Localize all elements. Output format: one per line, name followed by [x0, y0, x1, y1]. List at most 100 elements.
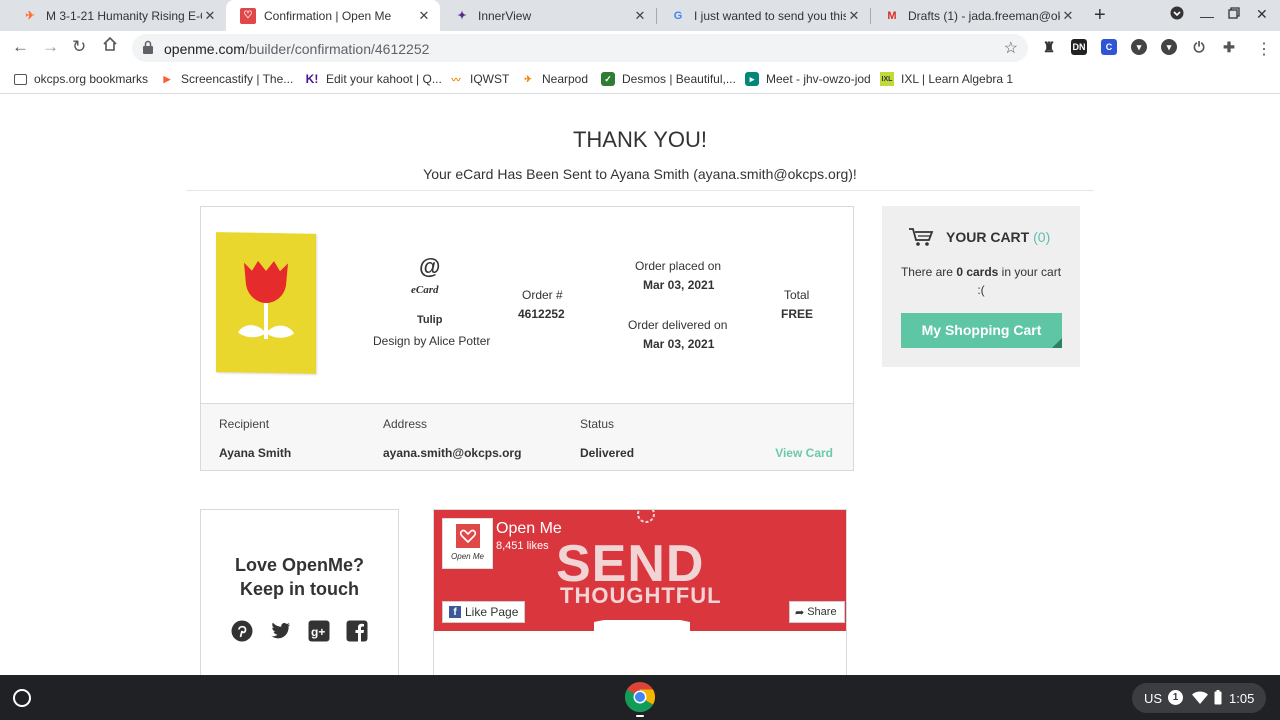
status-value: Delivered [580, 446, 635, 460]
google-plus-icon[interactable]: g+ [308, 620, 330, 642]
delivery-details: Recipient Address Status Ayana Smith aya… [201, 403, 853, 470]
facebook-icon[interactable] [346, 620, 368, 642]
share-label: Share [807, 606, 837, 618]
wifi-icon [1192, 691, 1208, 704]
gmail-favicon-icon: M [887, 9, 897, 22]
close-tab-icon[interactable]: ✕ [1060, 8, 1076, 24]
back-arrow-icon[interactable]: ← [12, 37, 29, 57]
tab-search-icon[interactable] [1170, 6, 1184, 23]
card-name: Tulip [417, 314, 443, 326]
nearpod-icon: ✈ [524, 73, 532, 84]
cart-count: (0) [1033, 229, 1051, 245]
tab-humanity-rising[interactable]: ✈ M 3-1-21 Humanity Rising E-Ca ✕ [8, 0, 226, 31]
forward-arrow-icon[interactable]: → [42, 37, 59, 57]
keep-in-touch-panel: Love OpenMe? Keep in touch g+ [200, 509, 399, 679]
status-tray[interactable]: US 1 1:05 [1132, 683, 1266, 713]
power-icon[interactable]: ⏻ [1191, 39, 1207, 55]
innerview-favicon-icon: ✦ [457, 10, 467, 22]
tab-google-search[interactable]: G I just wanted to send you this f ✕ [656, 0, 870, 31]
new-tab-button[interactable]: + [1094, 4, 1106, 27]
folder-icon [14, 73, 27, 85]
close-tab-icon[interactable]: ✕ [416, 8, 432, 24]
minimize-icon[interactable]: — [1200, 8, 1214, 24]
cart-title: YOUR CART (0) [946, 229, 1050, 245]
facebook-cover-banner[interactable]: SEND THOUGHTFUL Open Me Open Me 8,451 li… [434, 510, 846, 631]
share-button[interactable]: ➦ Share [789, 601, 845, 623]
tab-title: M 3-1-21 Humanity Rising E-Ca [46, 8, 202, 23]
extension-shield-icon-2[interactable]: ▾ [1161, 39, 1177, 55]
bookmark-meet[interactable]: ▸ Meet - jhv-owzo-jod [745, 72, 871, 86]
restore-icon[interactable] [1228, 6, 1240, 22]
extension-c-icon[interactable]: C [1101, 39, 1117, 55]
recipient-value: Ayana Smith [219, 446, 292, 460]
order-summary-card: @ eCard Tulip Design by Alice Potter Ord… [200, 206, 854, 471]
tab-gmail-drafts[interactable]: M Drafts (1) - jada.freeman@okcp ✕ [870, 0, 1084, 31]
twitter-icon[interactable] [269, 620, 291, 642]
card-thumbnail[interactable] [216, 232, 316, 374]
extension-dn-icon[interactable]: DN [1071, 39, 1087, 55]
open-me-heart-icon [456, 524, 480, 548]
keep-in-touch-title: Love OpenMe? Keep in touch [201, 553, 398, 601]
bookmark-nearpod[interactable]: ✈ Nearpod [521, 72, 588, 86]
tab-innerview[interactable]: ✦ InnerView ✕ [440, 0, 656, 31]
url-host: openme.com [164, 41, 245, 57]
order-delivered-label: Order delivered on [628, 318, 728, 332]
close-tab-icon[interactable]: ✕ [846, 8, 862, 24]
keyboard-locale: US [1144, 691, 1163, 706]
reload-icon[interactable]: ↻ [72, 37, 86, 57]
address-value: ayana.smith@okcps.org [383, 446, 522, 460]
puzzle-extensions-icon[interactable]: ✚ [1221, 39, 1237, 55]
bookmark-ixl[interactable]: IXL IXL | Learn Algebra 1 [880, 72, 1013, 86]
url-path: /builder/confirmation/4612252 [244, 41, 430, 57]
bookmark-okcps[interactable]: okcps.org bookmarks [14, 72, 148, 86]
address-bar[interactable]: openme.com/builder/confirmation/4612252 … [132, 34, 1028, 62]
order-placed-label: Order placed on [635, 259, 722, 273]
launcher-icon[interactable] [13, 689, 31, 707]
close-window-icon[interactable]: ✕ [1256, 6, 1268, 23]
extension-label: DN [1072, 42, 1086, 52]
facebook-likes-count: 8,451 likes [496, 540, 549, 552]
extension-shield-icon[interactable]: ▾ [1131, 39, 1147, 55]
facebook-f-icon: f [449, 606, 461, 618]
home-icon[interactable] [102, 36, 118, 57]
close-tab-icon[interactable]: ✕ [632, 8, 648, 24]
bookmark-star-icon[interactable]: ☆ [1004, 38, 1018, 58]
kahoot-icon: K! [305, 72, 319, 86]
total-label: Total [784, 288, 810, 302]
bookmark-label: Edit your kahoot | Q... [326, 72, 442, 86]
cart-msg-face: :( [977, 283, 985, 297]
screencastify-icon: ▶ [163, 73, 171, 84]
bookmark-kahoot[interactable]: K! Edit your kahoot | Q... [305, 72, 442, 86]
bookmark-label: IXL | Learn Algebra 1 [901, 72, 1014, 86]
bookmark-label: okcps.org bookmarks [34, 72, 149, 86]
svg-text:g+: g+ [311, 625, 325, 639]
cart-button-label: My Shopping Cart [921, 322, 1042, 338]
address-label: Address [383, 417, 428, 431]
tab-confirmation-open-me[interactable]: ♡ Confirmation | Open Me ✕ [226, 0, 440, 31]
close-tab-icon[interactable]: ✕ [202, 8, 218, 24]
keep-line2: Keep in touch [239, 579, 359, 599]
iqwst-icon: 〰 [451, 74, 461, 85]
menu-kebab-icon[interactable]: ⋮ [1256, 39, 1272, 59]
like-page-button[interactable]: f Like Page [442, 601, 525, 623]
tab-title: InnerView [478, 8, 532, 23]
cart-message: There are 0 cards in your cart :( [882, 263, 1080, 299]
google-meet-icon: ▸ [745, 72, 759, 86]
open-me-favicon-icon: ♡ [240, 7, 256, 24]
bookmark-screencastify[interactable]: ▶ Screencastify | The... [160, 72, 294, 86]
chrome-browser-icon[interactable] [624, 681, 656, 713]
confirmation-subtitle: Your eCard Has Been Sent to Ayana Smith … [423, 166, 857, 182]
bookmark-desmos[interactable]: ✓ Desmos | Beautiful,... [601, 72, 736, 86]
facebook-page-name[interactable]: Open Me [496, 520, 562, 538]
my-shopping-cart-button[interactable]: My Shopping Cart [901, 313, 1062, 348]
pinterest-icon[interactable] [231, 620, 253, 642]
bookmark-iqwst[interactable]: 〰 IQWST [449, 72, 509, 86]
order-number-value: 4612252 [518, 307, 565, 321]
extension-spy-icon[interactable]: ♜ [1041, 39, 1057, 55]
cart-msg-pre: There are [900, 265, 957, 279]
open-me-logo[interactable]: Open Me [442, 518, 493, 569]
cart-msg-count: 0 cards [956, 265, 999, 279]
tab-title: Confirmation | Open Me [264, 8, 392, 23]
view-card-link[interactable]: View Card [775, 446, 833, 460]
divider [186, 190, 1094, 191]
